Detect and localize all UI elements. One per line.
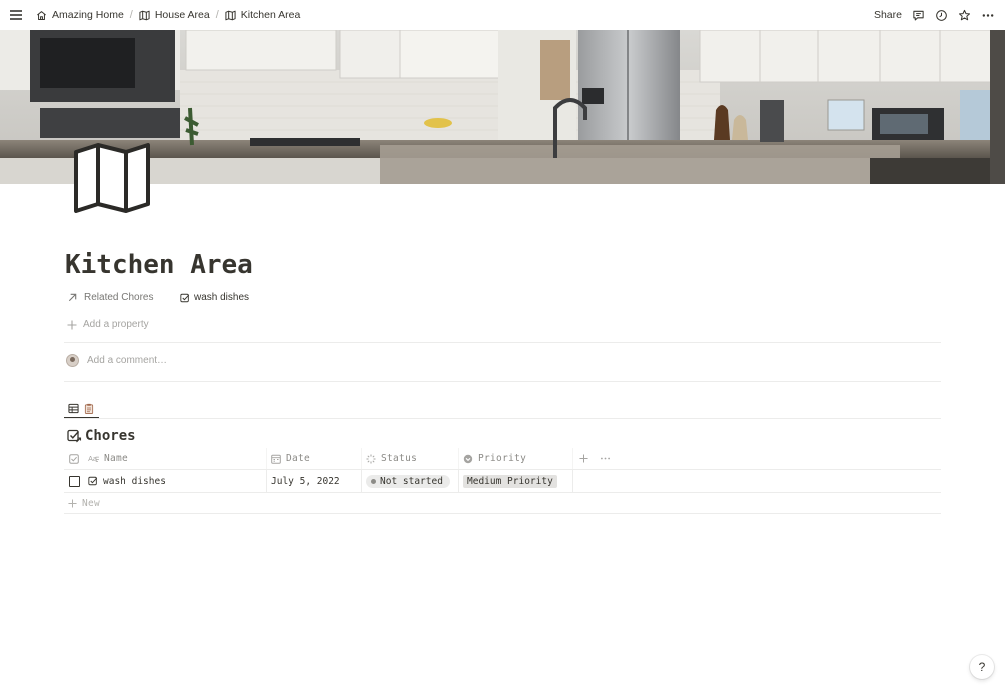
row-checkbox[interactable] (64, 470, 84, 492)
page-title[interactable]: Kitchen Area (65, 250, 253, 280)
chores-table: Aa Name Date Status Priority wash dishes (64, 448, 941, 514)
divider (64, 418, 941, 419)
cell-name[interactable]: wash dishes (84, 470, 267, 492)
home-icon (37, 10, 46, 20)
column-header-actions (573, 448, 611, 469)
clipboard-icon[interactable] (84, 403, 94, 414)
avatar (66, 354, 79, 367)
comment-placeholder: Add a comment… (87, 355, 168, 366)
property-name[interactable]: Related Chores (67, 292, 180, 303)
database-title-text: Chores (85, 428, 136, 444)
checkbox-page-icon (88, 476, 98, 486)
more-icon[interactable] (600, 454, 611, 463)
divider (64, 381, 941, 382)
property-value-label: wash dishes (194, 292, 250, 303)
page-map-icon[interactable] (73, 143, 151, 213)
checkbox-link-icon (67, 429, 82, 443)
clock-icon[interactable] (935, 9, 948, 22)
cell-status[interactable]: Not started (362, 470, 459, 492)
breadcrumb-label: House Area (154, 9, 210, 21)
share-button[interactable]: Share (874, 9, 902, 21)
checkbox-header-icon (69, 453, 79, 464)
property-value-link[interactable]: wash dishes (180, 292, 249, 303)
map-icon (225, 10, 236, 20)
comment-input[interactable]: Add a comment… (66, 354, 167, 367)
status-icon (366, 454, 376, 463)
select-all-checkbox[interactable] (64, 448, 84, 469)
column-header-date[interactable]: Date (267, 448, 362, 469)
column-header-label: Name (104, 453, 129, 464)
top-bar: Amazing Home / House Area / Kitchen Area… (0, 0, 1005, 30)
status-badge: Not started (366, 474, 450, 488)
more-icon[interactable] (981, 9, 995, 22)
breadcrumb-separator: / (215, 9, 219, 21)
column-header-status[interactable]: Status (362, 448, 459, 469)
checkbox-icon (180, 293, 190, 302)
breadcrumb-item-amazing-home[interactable]: Amazing Home (32, 7, 128, 23)
column-header-label: Priority (478, 453, 527, 464)
breadcrumb-item-kitchen-area[interactable]: Kitchen Area (221, 7, 305, 23)
plus-icon (67, 320, 77, 329)
map-icon (139, 10, 150, 20)
cell-priority[interactable]: Medium Priority (459, 470, 573, 492)
table-row[interactable]: wash dishes July 5, 2022 Not started Med… (64, 470, 941, 493)
database-view-tabs (64, 398, 98, 418)
add-column-icon[interactable] (579, 454, 588, 463)
plus-icon (68, 498, 77, 508)
select-icon (463, 454, 473, 463)
checkbox-icon (68, 475, 80, 487)
help-button[interactable]: ? (970, 655, 994, 679)
arrow-up-right-icon (68, 293, 77, 302)
cell-date[interactable]: July 5, 2022 (267, 470, 362, 492)
star-icon[interactable] (958, 9, 971, 22)
breadcrumb-item-house-area[interactable]: House Area (135, 7, 214, 23)
breadcrumb: Amazing Home / House Area / Kitchen Area (32, 7, 304, 23)
new-row-button[interactable]: New (64, 493, 941, 514)
breadcrumb-separator: / (129, 9, 133, 21)
status-text: Not started (380, 475, 443, 487)
database-title[interactable]: Chores (67, 428, 136, 444)
sidebar-menu-icon[interactable] (10, 9, 26, 21)
comment-icon[interactable] (912, 9, 925, 22)
svg-text:Aa: Aa (88, 454, 97, 463)
calendar-icon (271, 454, 281, 464)
property-row-related-chores: Related Chores wash dishes (67, 292, 249, 303)
text-icon: Aa (88, 454, 99, 463)
property-name-label: Related Chores (84, 292, 154, 303)
new-row-label: New (82, 497, 101, 509)
breadcrumb-label: Kitchen Area (240, 9, 301, 21)
column-header-priority[interactable]: Priority (459, 448, 573, 469)
column-header-label: Status (381, 453, 418, 464)
table-header: Aa Name Date Status Priority (64, 448, 941, 470)
row-name-text: wash dishes (103, 475, 166, 487)
top-actions: Share (874, 9, 995, 22)
status-dot-icon (371, 478, 376, 484)
breadcrumb-label: Amazing Home (52, 9, 124, 21)
table-view-icon[interactable] (68, 403, 79, 414)
add-property-button[interactable]: Add a property (67, 319, 149, 330)
column-header-label: Date (286, 453, 311, 464)
add-property-label: Add a property (83, 319, 149, 330)
row-date-text: July 5, 2022 (271, 475, 340, 487)
divider (64, 342, 941, 343)
priority-badge: Medium Priority (463, 474, 557, 488)
column-header-name[interactable]: Aa Name (84, 448, 267, 469)
